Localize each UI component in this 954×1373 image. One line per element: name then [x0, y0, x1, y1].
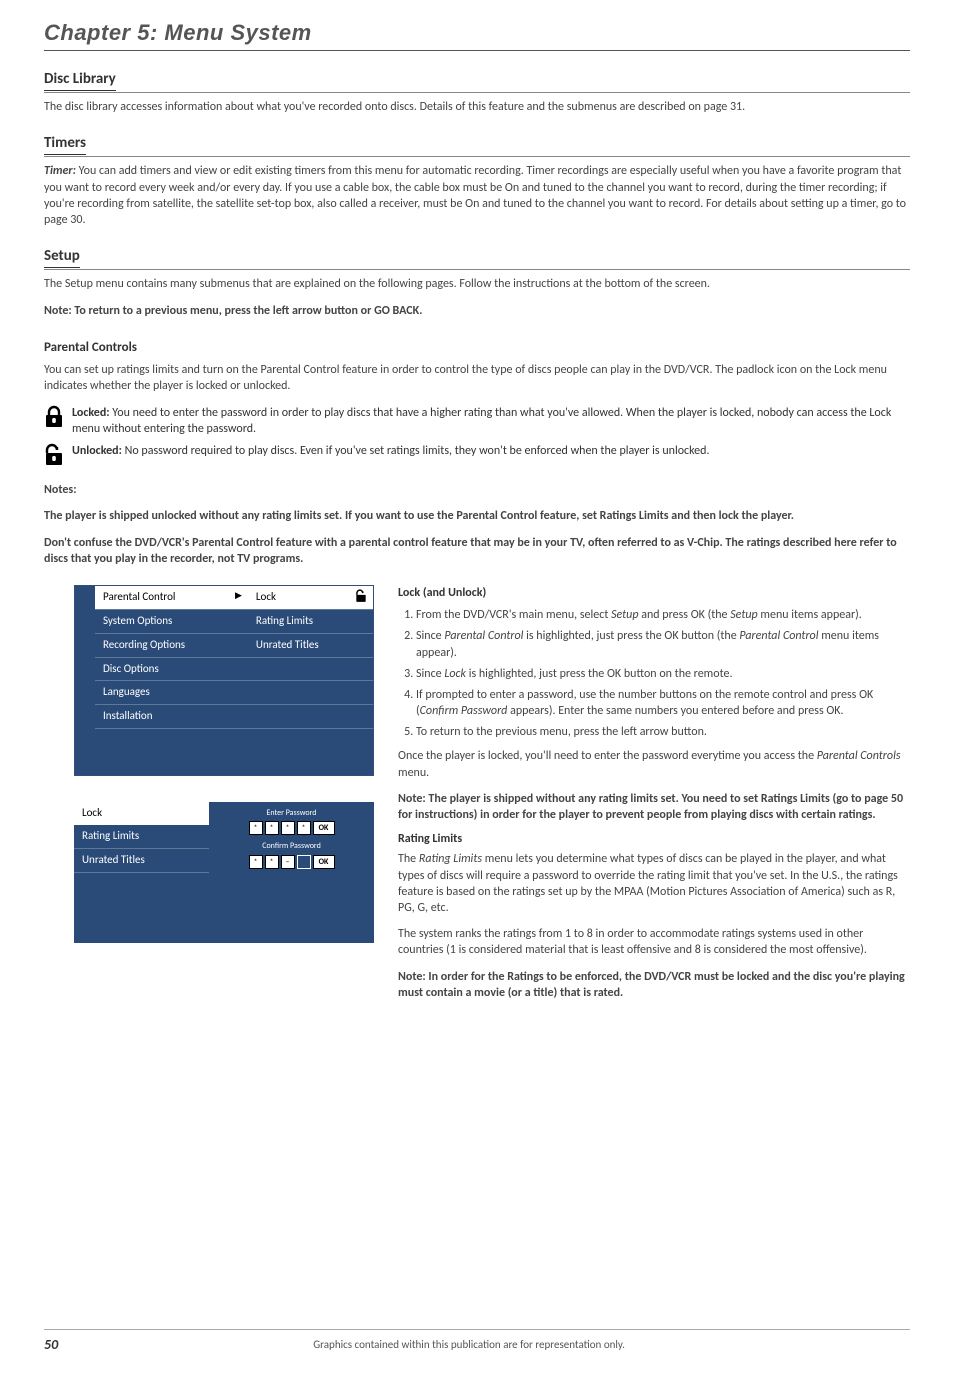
setup-menu-screenshot: Parental Control Lock System OptionsRati…	[74, 585, 374, 776]
parental-intro: You can set up ratings limits and turn o…	[44, 362, 910, 394]
lock-unlock-heading: Lock (and Unlock)	[398, 585, 910, 601]
parental-heading: Parental Controls	[44, 339, 910, 357]
rating-limits-note: Note: In order for the Ratings to be enf…	[398, 969, 910, 1001]
confirm-password-label: Confirm Password	[217, 841, 366, 852]
lock-unlock-after1: Once the player is locked, you'll need t…	[398, 748, 910, 780]
lock-unlock-steps: From the DVD/VCR's main menu, select Set…	[416, 607, 910, 740]
step-1: From the DVD/VCR's main menu, select Set…	[416, 607, 910, 623]
timers-heading: Timers	[44, 133, 910, 157]
notes-line2: Don't confuse the DVD/VCR's Parental Con…	[44, 535, 910, 567]
step-4: If prompted to enter a password, use the…	[416, 687, 910, 719]
locked-text: Locked: You need to enter the password i…	[72, 405, 910, 437]
page-number: 50	[44, 1336, 58, 1355]
confirm-password-cells: OK	[217, 855, 366, 869]
menu1-left-2: Recording Options	[95, 633, 248, 657]
menu2-left-1: Rating Limits	[74, 825, 209, 849]
password-menu-screenshot: Lock Rating Limits Unrated Titles Enter …	[74, 802, 374, 944]
enter-password-cells: OK	[217, 821, 366, 835]
chapter-title: Chapter 5: Menu System	[44, 18, 910, 51]
menu1-left-4: Languages	[95, 681, 248, 705]
lock-unlock-note: Note: The player is shipped without any …	[398, 791, 910, 823]
padlock-unlocked-icon	[44, 443, 64, 472]
step-2: Since Parental Control is highlighted, j…	[416, 628, 910, 660]
menu2-left-0: Lock	[74, 802, 209, 826]
notes-line1: The player is shipped unlocked without a…	[44, 508, 910, 524]
menu1-left-3: Disc Options	[95, 657, 248, 681]
menu1-right-1: Rating Limits	[248, 609, 373, 633]
rating-limits-heading: Rating Limits	[398, 831, 910, 847]
setup-heading: Setup	[44, 246, 910, 270]
timers-lead-label: Timer:	[44, 164, 76, 178]
step-5: To return to the previous menu, press th…	[416, 724, 910, 740]
unlocked-row: Unlocked: No password required to play d…	[44, 443, 910, 472]
menu1-left-0: Parental Control	[95, 586, 248, 609]
step-3: Since Lock is highlighted, just press th…	[416, 666, 910, 682]
menu1-right-2: Unrated Titles	[248, 633, 373, 657]
padlock-unlocked-small-icon	[355, 589, 367, 608]
disc-library-body: The disc library accesses information ab…	[44, 99, 910, 115]
menu1-left-1: System Options	[95, 609, 248, 633]
notes-label: Notes:	[44, 482, 910, 498]
rating-limits-p1: The Rating Limits menu lets you determin…	[398, 851, 910, 916]
timers-body: Timer: You can add timers and view or ed…	[44, 163, 910, 228]
locked-row: Locked: You need to enter the password i…	[44, 405, 910, 437]
setup-note: Note: To return to a previous menu, pres…	[44, 303, 910, 319]
padlock-locked-icon	[44, 405, 64, 434]
menu1-left-5: Installation	[95, 705, 248, 729]
menu2-left-2: Unrated Titles	[74, 849, 209, 873]
unlocked-text: Unlocked: No password required to play d…	[72, 443, 910, 459]
setup-body: The Setup menu contains many submenus th…	[44, 276, 910, 292]
menu1-right-0: Lock	[248, 586, 373, 609]
enter-password-label: Enter Password	[217, 808, 366, 819]
rating-limits-p2: The system ranks the ratings from 1 to 8…	[398, 926, 910, 958]
disc-library-heading: Disc Library	[44, 69, 910, 93]
